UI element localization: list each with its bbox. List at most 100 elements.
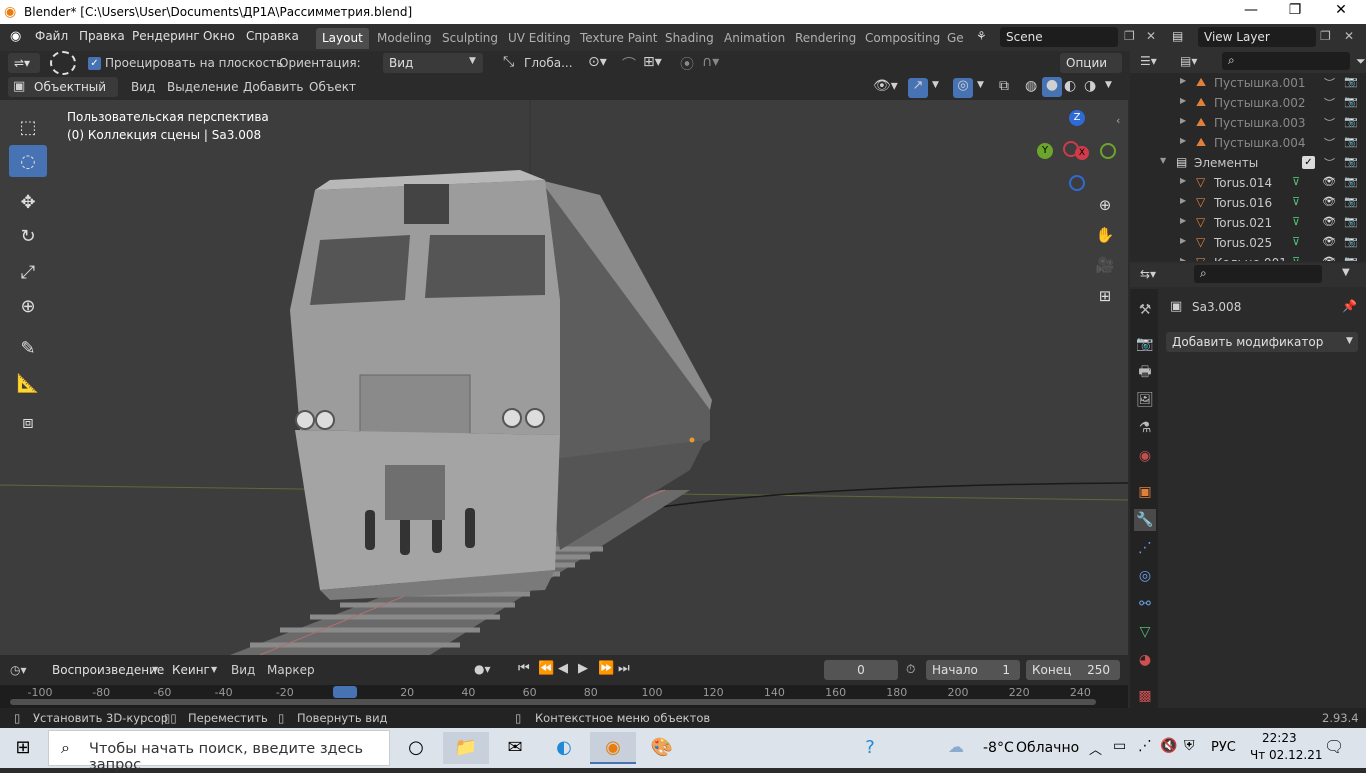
render-tab-icon[interactable]: 📷 [1134,333,1156,355]
gizmo-neg-x[interactable] [1100,143,1116,159]
expand-right-icon[interactable]: ▶ [1180,136,1186,145]
render-visibility-icon[interactable]: 📷 [1344,155,1358,168]
particles-tab-icon[interactable]: ⋰ [1134,537,1156,559]
eye-visibility-icon[interactable]: 👁 [1322,215,1336,228]
file-explorer-icon[interactable]: 📁 [443,732,489,764]
tool-tab-icon[interactable]: ⚒ [1134,299,1156,321]
blender-taskbar-icon[interactable]: ◉ [590,732,636,764]
object-tab-icon[interactable]: ▣ [1134,481,1156,503]
outliner-row[interactable]: ▶⛰Пустышка.002︶👁📷 [1130,93,1366,113]
outliner-row[interactable]: ▶⛰Пустышка.004︶👁📷 [1130,133,1366,153]
modifier-tab-icon[interactable]: 🔧 [1134,509,1156,531]
notification-icon[interactable]: 🗨 [1324,737,1344,756]
mail-icon[interactable]: ✉ [492,732,538,764]
menu-help[interactable]: Справка [246,29,299,43]
blender-menu-icon[interactable]: ◉ [10,29,21,44]
render-visibility-icon[interactable]: 📷 [1344,95,1358,108]
selectable-toggle-icon[interactable]: ︶ [1324,155,1335,171]
minimize-button[interactable]: — [1228,2,1274,18]
paint-icon[interactable]: 🎨 [639,732,685,764]
add-modifier-button[interactable]: Добавить модификатор [1166,332,1358,352]
weather-text[interactable]: Облачно [1016,740,1079,756]
options-button[interactable]: Опции [1060,53,1122,73]
weather-cloud-icon[interactable]: ☁ [948,737,964,756]
play-icon[interactable]: ▶ [578,661,588,676]
outliner-row[interactable]: ▶ ▽ Torus.021 ⊽ ︶ 👁 📷 [1130,213,1366,233]
scene-tab-icon[interactable]: ⚗ [1134,417,1156,439]
outliner-row[interactable]: ▼▤Элементы✓︶👁📷 [1130,153,1366,173]
expand-down-icon[interactable]: ▼ [1160,156,1166,165]
navigation-gizmo[interactable]: Z Y X [1035,110,1120,195]
view-layer-icon[interactable]: ▤ [1172,29,1183,43]
constraints-tab-icon[interactable]: ⚯ [1134,593,1156,615]
menu-object[interactable]: Объект [309,80,356,94]
expand-right-icon[interactable]: ▶ [1180,116,1186,125]
current-frame-field[interactable]: 0 [824,660,898,680]
render-visibility-icon[interactable]: 📷 [1344,195,1358,208]
playback-menu[interactable]: Воспроизведение [46,660,164,680]
jump-next-keyframe-icon[interactable]: ⏩ [598,661,614,676]
overlay-toggle-icon[interactable]: ◎ [953,78,973,98]
orientation-select[interactable]: Вид [383,53,483,73]
physics-tab-icon[interactable]: ◎ [1134,565,1156,587]
tab-layout[interactable]: Layout [316,28,369,49]
maximize-button[interactable]: ❐ [1272,2,1318,18]
gizmo-dropdown-icon[interactable]: ▼ [932,80,939,90]
modifier-indicator-icon[interactable]: ⊽ [1292,195,1300,208]
new-scene-icon[interactable]: ❐ [1124,29,1135,43]
jump-end-icon[interactable]: ⏭ [618,661,630,676]
shading-dropdown-icon[interactable]: ▼ [1105,80,1112,90]
render-visibility-icon[interactable]: 📷 [1344,255,1358,261]
outliner-row[interactable]: ▶⛰Пустышка.001︶👁📷 [1130,73,1366,93]
gizmo-neg-z[interactable] [1069,175,1085,191]
tab-modeling[interactable]: Modeling [371,28,438,49]
select-box-tool[interactable]: ⬚ [9,111,47,143]
scene-icon[interactable]: ⚘ [976,29,987,43]
tab-texture-paint[interactable]: Texture Paint [574,28,663,49]
data-tab-icon[interactable]: ▽ [1134,621,1156,643]
modifier-indicator-icon[interactable]: ⊽ [1292,235,1300,248]
transform-orientation-value[interactable]: Глоба... [524,56,573,70]
playhead[interactable] [333,686,357,698]
scene-field[interactable]: Scene [1000,27,1118,47]
volume-icon[interactable]: 🔇 [1160,738,1177,754]
render-visibility-icon[interactable]: 📷 [1344,135,1358,148]
filter-icon[interactable]: ⏷ [1356,54,1366,69]
transform-orientation-icon[interactable]: ⤡ [503,54,514,70]
stopwatch-icon[interactable]: ⏱ [906,662,915,677]
zoom-icon[interactable]: ⊕ [1092,192,1118,218]
timeline-ruler[interactable]: -100-80-60-40-20020406080100120140160180… [0,685,1128,708]
view-layer-tab-icon[interactable]: 🖼 [1134,389,1156,411]
expand-right-icon[interactable]: ▶ [1180,196,1186,205]
selectable-toggle-icon[interactable]: ︶ [1324,135,1335,151]
outliner-row[interactable]: ▶ ▽ Torus.025 ⊽ ︶ 👁 📷 [1130,233,1366,253]
project-checkbox[interactable]: ✓ [88,56,101,70]
timeline-marker-menu[interactable]: Маркер [267,663,315,677]
menu-file[interactable]: Файл [35,29,68,43]
tab-sculpting[interactable]: Sculpting [436,28,504,49]
help-icon[interactable]: ? [847,732,893,764]
modifier-indicator-icon[interactable]: ⊽ [1292,255,1300,261]
jump-start-icon[interactable]: ⏮ [518,661,530,676]
timeline-view-menu[interactable]: Вид [231,663,255,677]
tab-animation[interactable]: Animation [718,28,791,49]
eye-visibility-icon[interactable]: 👁 [1322,255,1336,261]
menu-select[interactable]: Выделение [167,80,238,94]
menu-view[interactable]: Вид [131,80,155,94]
delete-view-layer-icon[interactable]: ✕ [1344,29,1354,43]
render-visibility-icon[interactable]: 📷 [1344,175,1358,188]
outliner-row[interactable]: ▶ ▽ Torus.016 ⊽ ︶ 👁 📷 [1130,193,1366,213]
tray-chevron-icon[interactable]: ︿ [1089,739,1102,758]
weather-temp[interactable]: -8°C [983,740,1014,756]
modifier-indicator-icon[interactable]: ⊽ [1292,215,1300,228]
clock-time[interactable]: 22:23 [1262,731,1297,745]
exclude-checkbox[interactable]: ✓ [1302,156,1315,169]
tab-compositing[interactable]: Compositing [859,28,946,49]
snap-icon[interactable]: ⌒ [622,54,636,74]
gizmo-y-axis[interactable]: Y [1037,143,1053,159]
transform-tool[interactable]: ⊕ [9,290,47,322]
delete-scene-icon[interactable]: ✕ [1146,29,1156,43]
output-tab-icon[interactable]: 🖶 [1134,361,1156,383]
overlay-dropdown-icon[interactable]: ▼ [977,80,984,90]
windows-start-icon[interactable]: ⊞ [0,732,46,764]
